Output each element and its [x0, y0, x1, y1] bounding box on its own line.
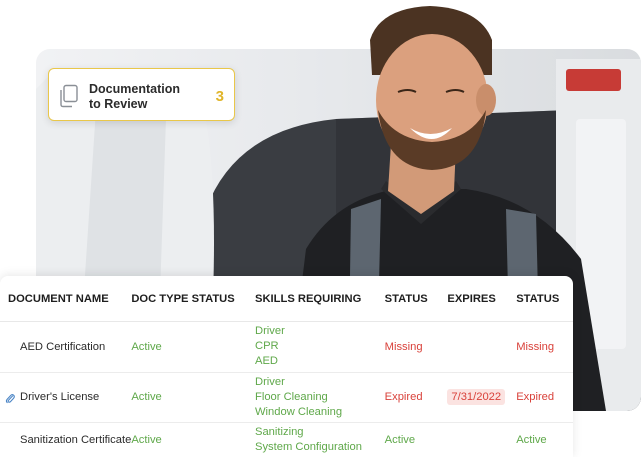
documents-table: DOCUMENT NAME DOC TYPE STATUS SKILLS REQ… [0, 276, 573, 457]
doc-type-status: Active [131, 372, 255, 423]
table-header-row: DOCUMENT NAME DOC TYPE STATUS SKILLS REQ… [0, 276, 573, 322]
skill-item: Floor Cleaning [255, 390, 328, 403]
status-2: Expired [516, 372, 573, 423]
documentation-review-card[interactable]: Documentation to Review 3 [48, 68, 235, 121]
status: Missing [384, 321, 448, 373]
header-status[interactable]: STATUS [384, 276, 448, 322]
document-name-cell[interactable]: Driver's License [0, 372, 132, 423]
expires [447, 422, 516, 457]
document-name[interactable]: Sanitization Certificate [0, 422, 131, 457]
skill-item: System Configuration [255, 441, 362, 454]
status: Expired [384, 372, 448, 423]
skill-item: CPR [255, 340, 279, 352]
review-count: 3 [215, 88, 224, 105]
expires-badge: 7/31/2022 [447, 389, 506, 405]
expires [447, 321, 517, 373]
table-row[interactable]: Driver's License Active Driver Floor Cle… [0, 372, 573, 423]
header-doc-type-status[interactable]: DOC TYPE STATUS [131, 276, 255, 322]
skills-list: Sanitizing System Configuration [255, 422, 385, 457]
review-card-label-line2: to Review [89, 97, 148, 111]
header-document-name[interactable]: DOCUMENT NAME [0, 276, 132, 322]
status-2: Active [516, 434, 547, 447]
expires-cell: 7/31/2022 [447, 372, 517, 423]
document-name[interactable]: Driver's License [20, 391, 99, 403]
review-card-label-line1: Documentation [89, 82, 180, 96]
header-status-2[interactable]: STATUS [516, 276, 573, 322]
doc-type-status: Active [131, 321, 255, 373]
doc-type-status: Active [131, 434, 162, 447]
skills-list: Driver Floor Cleaning Window Cleaning [255, 372, 385, 423]
skill-item: Sanitizing [255, 426, 304, 439]
document-name[interactable]: AED Certification [0, 321, 132, 373]
paperclip-icon[interactable] [5, 392, 15, 404]
skills-list: Driver CPR AED [255, 321, 385, 373]
header-skills-requiring[interactable]: SKILLS REQUIRING [255, 276, 385, 322]
skill-item: AED [255, 355, 279, 367]
skill-item: Driver [255, 325, 285, 337]
header-expires[interactable]: EXPIRES [447, 276, 517, 322]
status: Active [384, 434, 416, 447]
status-2: Missing [516, 321, 573, 373]
review-card-label: Documentation to Review [89, 82, 209, 112]
table-row[interactable]: Sanitization Certificate Active Sanitizi… [0, 422, 573, 457]
skill-item: Driver [255, 375, 285, 388]
skill-item: Window Cleaning [255, 405, 343, 418]
table-row[interactable]: AED Certification Active Driver CPR AED … [0, 321, 573, 373]
documents-table-panel: DOCUMENT NAME DOC TYPE STATUS SKILLS REQ… [0, 276, 573, 457]
documents-icon [60, 84, 78, 108]
